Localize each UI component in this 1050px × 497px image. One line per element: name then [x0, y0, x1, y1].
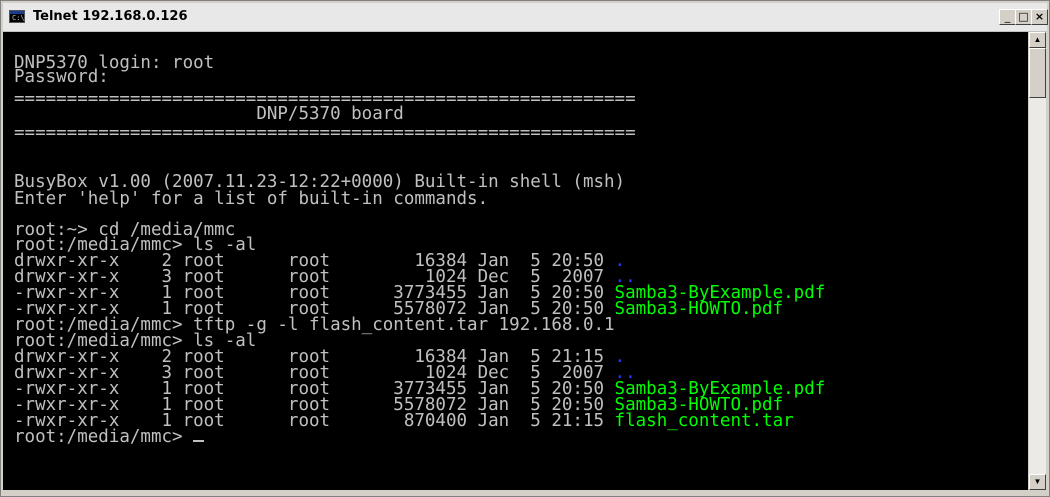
scroll-thumb[interactable]: [1029, 48, 1046, 98]
file-name: Samba3-HOWTO.pdf: [614, 299, 784, 319]
title-bar[interactable]: C:\ Telnet 192.168.0.126 _ □ ×: [3, 3, 1048, 32]
text-cursor: [193, 440, 205, 442]
line-text: DNP/5370 board: [14, 104, 404, 124]
terminal-line: drwxr-xr-x 3 root root 1024 Dec 5 2007 .…: [14, 364, 636, 382]
terminal-line: -rwxr-xr-x 1 root root 3773455 Jan 5 20:…: [14, 380, 825, 398]
file-name: flash_content.tar: [614, 411, 794, 431]
minimize-button[interactable]: _: [999, 9, 1016, 25]
terminal-line: root:/media/mmc> ls -al: [14, 236, 256, 254]
line-text: ========================================…: [14, 123, 636, 143]
line-text: Password:: [14, 67, 109, 87]
scroll-up-button[interactable]: ▲: [1029, 32, 1046, 48]
close-button[interactable]: ×: [1031, 9, 1048, 25]
terminal-line: BusyBox v1.00 (2007.11.23-12:22+0000) Bu…: [14, 173, 625, 191]
terminal-line: Password:: [14, 67, 109, 87]
terminal-line: drwxr-xr-x 2 root root 16384 Jan 5 20:50…: [14, 252, 625, 270]
terminal-line: -rwxr-xr-x 1 root root 5578072 Jan 5 20:…: [14, 299, 784, 319]
maximize-button[interactable]: □: [1015, 9, 1032, 25]
terminal-line: ========================================…: [14, 123, 636, 143]
terminal-line: drwxr-xr-x 2 root root 16384 Jan 5 21:15…: [14, 348, 625, 366]
console-icon: C:\: [9, 10, 25, 23]
console-icon-text: C:\: [12, 14, 25, 22]
line-text: Enter 'help' for a list of built-in comm…: [14, 189, 489, 209]
window-title: Telnet 192.168.0.126: [33, 9, 188, 24]
terminal-prompt-line: root:/media/mmc>: [14, 427, 205, 447]
terminal-output[interactable]: DNP5370 login: root Password: ==========…: [3, 32, 1028, 490]
telnet-window: C:\ Telnet 192.168.0.126 _ □ × DNP5370 l…: [0, 0, 1050, 497]
terminal-line: -rwxr-xr-x 1 root root 3773455 Jan 5 20:…: [14, 284, 825, 302]
vertical-scrollbar[interactable]: ▲ ▼: [1029, 32, 1046, 490]
scroll-down-button[interactable]: ▼: [1029, 474, 1046, 490]
terminal-line: -rwxr-xr-x 1 root root 5578072 Jan 5 20:…: [14, 396, 783, 414]
terminal-line: Enter 'help' for a list of built-in comm…: [14, 189, 489, 209]
terminal-line: root:/media/mmc> ls -al: [14, 332, 256, 350]
prompt-text: root:/media/mmc>: [14, 427, 194, 447]
terminal-line: drwxr-xr-x 3 root root 1024 Dec 5 2007 .…: [14, 268, 636, 286]
terminal-line: -rwxr-xr-x 1 root root 870400 Jan 5 21:1…: [14, 411, 794, 431]
terminal-line: root:/media/mmc> tftp -g -l flash_conten…: [14, 316, 615, 334]
terminal-line: DNP/5370 board: [14, 104, 404, 124]
